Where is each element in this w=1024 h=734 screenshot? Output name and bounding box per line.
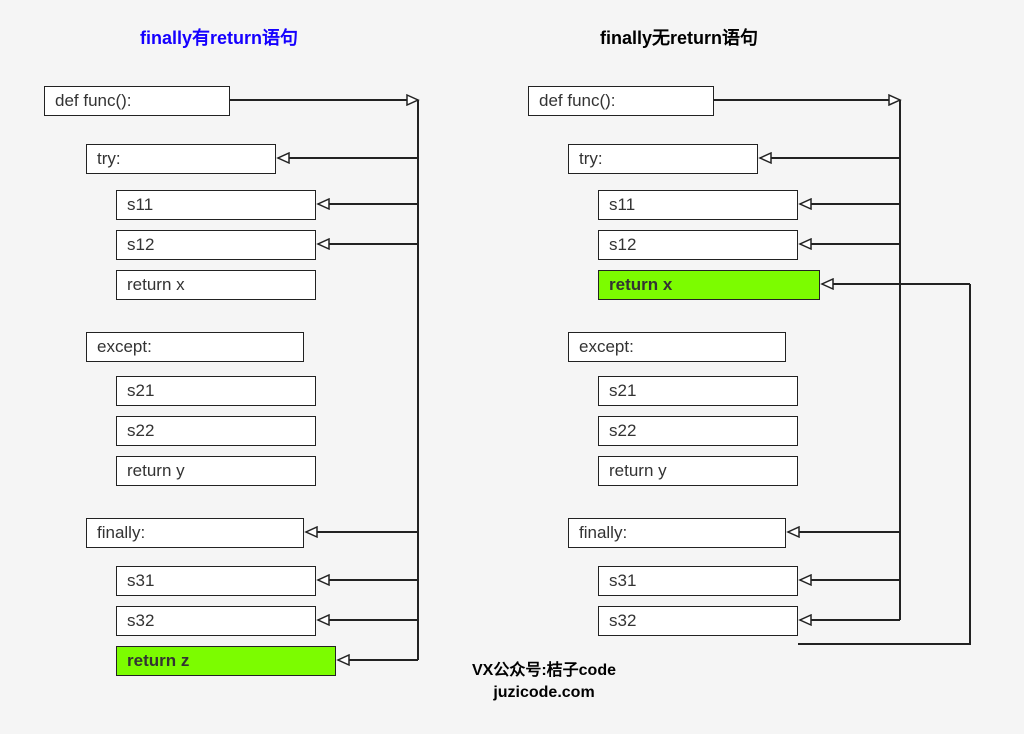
- left-title: finally有return语句: [140, 24, 298, 50]
- right-try-box: try:: [568, 144, 758, 174]
- left-except-box: except:: [86, 332, 304, 362]
- right-s32-box: s32: [598, 606, 798, 636]
- right-title: finally无return语句: [600, 24, 758, 50]
- left-s11-box: s11: [116, 190, 316, 220]
- left-finally-box: finally:: [86, 518, 304, 548]
- right-except-box: except:: [568, 332, 786, 362]
- right-def-box: def func():: [528, 86, 714, 116]
- left-returnx-box: return x: [116, 270, 316, 300]
- right-returny-box: return y: [598, 456, 798, 486]
- right-finally-box: finally:: [568, 518, 786, 548]
- left-s22-box: s22: [116, 416, 316, 446]
- left-returny-box: return y: [116, 456, 316, 486]
- right-s31-box: s31: [598, 566, 798, 596]
- credit-block: VX公众号:桔子code juzicode.com: [424, 660, 664, 705]
- left-s12-box: s12: [116, 230, 316, 260]
- right-s11-box: s11: [598, 190, 798, 220]
- credit-line2: juzicode.com: [424, 682, 664, 704]
- credit-line1: VX公众号:桔子code: [424, 660, 664, 682]
- left-s21-box: s21: [116, 376, 316, 406]
- right-s22-box: s22: [598, 416, 798, 446]
- left-returnz-box: return z: [116, 646, 336, 676]
- right-s21-box: s21: [598, 376, 798, 406]
- left-s31-box: s31: [116, 566, 316, 596]
- right-returnx-box: return x: [598, 270, 820, 300]
- left-s32-box: s32: [116, 606, 316, 636]
- left-try-box: try:: [86, 144, 276, 174]
- right-s12-box: s12: [598, 230, 798, 260]
- left-def-box: def func():: [44, 86, 230, 116]
